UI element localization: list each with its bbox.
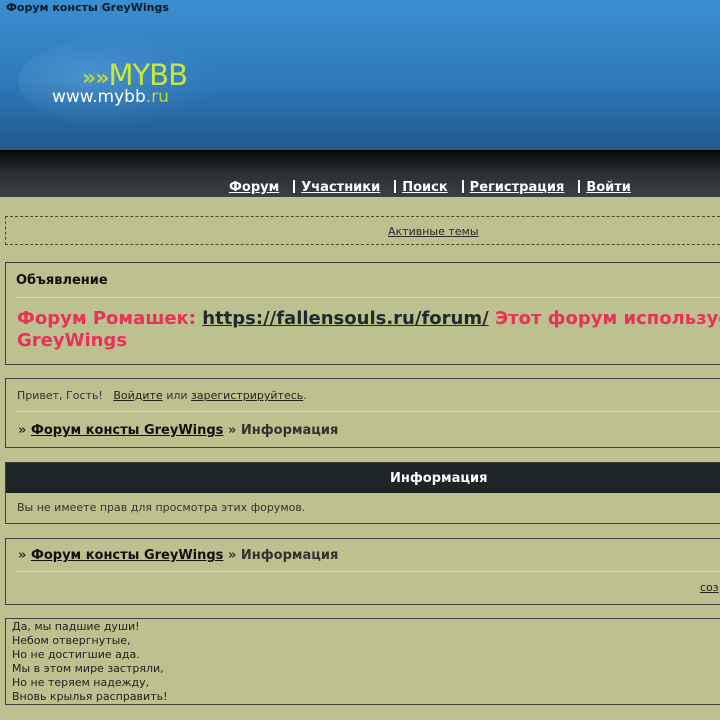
- nav-separator: [394, 180, 397, 193]
- signature-poem: Да, мы падшие души! Небом отвергнутые, Н…: [5, 618, 720, 705]
- nav-separator: [293, 180, 296, 193]
- divider: [16, 571, 720, 572]
- poem-line: Да, мы падшие души!: [12, 620, 140, 633]
- nav-members[interactable]: Участники: [301, 180, 380, 195]
- main-nav: Форум Участники Поиск Регистрация Войти: [229, 180, 631, 195]
- breadcrumb-forum-link[interactable]: Форум консты GreyWings: [31, 548, 223, 563]
- site-title: Форум консты GreyWings: [6, 1, 169, 14]
- announcement-title: Объявление: [16, 273, 108, 288]
- create-link[interactable]: соз: [700, 581, 719, 594]
- poem-line: Но не теряем надежду,: [12, 676, 150, 689]
- breadcrumb-bottom: » Форум консты GreyWings » Информация: [18, 548, 339, 563]
- breadcrumb-current: Информация: [240, 423, 339, 438]
- announcement-link[interactable]: https://fallensouls.ru/forum/: [202, 308, 488, 329]
- breadcrumb-forum-link[interactable]: Форум консты GreyWings: [31, 423, 223, 438]
- poem-line: Мы в этом мире застряли,: [12, 662, 164, 675]
- breadcrumb-current: Информация: [240, 548, 339, 563]
- divider: [16, 411, 720, 412]
- divider: [16, 297, 720, 298]
- logo-url: www.mybb.ru: [52, 87, 169, 107]
- nav-separator: [461, 180, 464, 193]
- info-title: Информация: [390, 471, 488, 486]
- breadcrumb: » Форум консты GreyWings » Информация: [18, 423, 339, 438]
- active-topics-box: [5, 216, 720, 245]
- login-link[interactable]: Войдите: [113, 389, 162, 402]
- guest-greeting: Привет, Гость! Войдите или зарегистрируй…: [17, 389, 307, 402]
- nav-forum[interactable]: Форум: [229, 180, 279, 195]
- info-header: [6, 463, 720, 493]
- nav-search[interactable]: Поиск: [402, 180, 447, 195]
- nav-separator: [578, 180, 581, 193]
- info-message: Вы не имеете прав для просмотра этих фор…: [17, 501, 306, 514]
- nav-register[interactable]: Регистрация: [470, 180, 565, 195]
- register-link[interactable]: зарегистрируйтесь: [191, 389, 303, 402]
- active-topics-link[interactable]: Активные темы: [388, 225, 479, 238]
- poem-line: Вновь крылья расправить!: [12, 690, 168, 703]
- nav-login[interactable]: Войти: [586, 180, 631, 195]
- announcement-text: Форум Ромашек: https://fallensouls.ru/fo…: [17, 308, 720, 351]
- poem-line: Небом отвергнутые,: [12, 634, 131, 647]
- poem-line: Но не достигшие ада.: [12, 648, 140, 661]
